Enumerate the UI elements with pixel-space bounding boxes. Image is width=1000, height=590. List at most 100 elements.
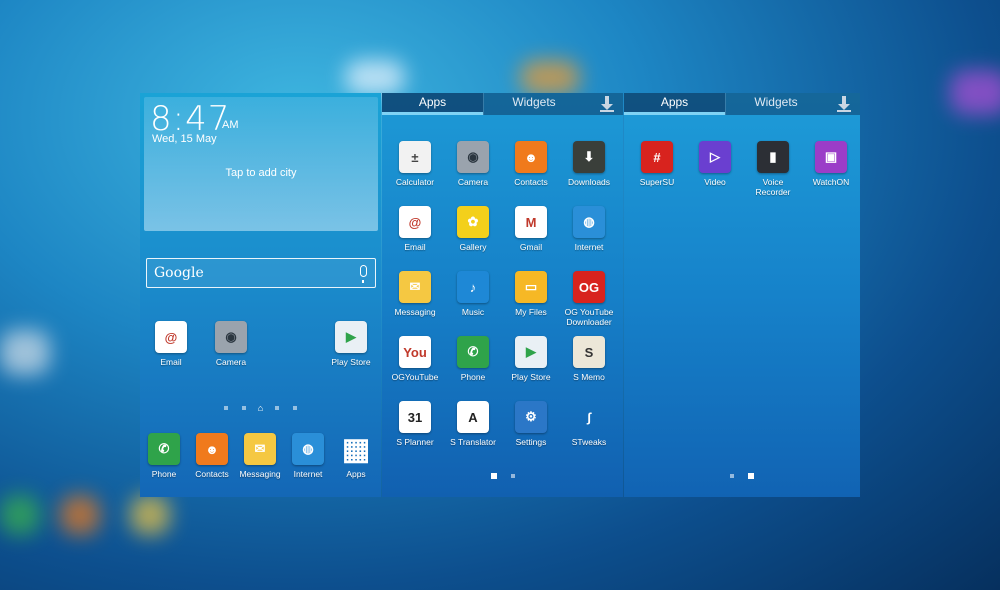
app-label: Video [704,177,726,187]
app-internet[interactable]: ◍ Internet [560,206,618,252]
play-store-icon: ▶ [335,321,367,353]
app-label: S Planner [396,437,434,447]
app-voice-recorder[interactable]: ▮ Voice Recorder [744,141,802,197]
app-camera[interactable]: ◉ Camera [202,321,260,367]
page-dot[interactable] [730,473,734,478]
email-icon: @ [399,206,431,238]
app-calculator[interactable]: ± Calculator [386,141,444,187]
home-screen: 8:47 AM Wed, 15 May Tap to add city Goog… [140,93,381,497]
home-page-indicator: ⌂ [140,399,381,417]
og-youtube-downloader-icon: OG [573,271,605,303]
page-dot[interactable] [293,405,298,410]
app-contacts[interactable]: ☻ Contacts [502,141,560,187]
download-icon[interactable] [836,96,852,112]
weather-add-city[interactable]: Tap to add city [144,167,378,179]
app-settings[interactable]: ⚙ Settings [502,401,560,447]
app-video[interactable]: ▷ Video [686,141,744,187]
app-phone[interactable]: ✆ Phone [444,336,502,382]
app-supersu[interactable]: # SuperSU [628,141,686,187]
contacts-icon: ☻ [196,433,228,465]
app-label: Music [461,307,485,317]
app-play-store[interactable]: ▶ Play Store [502,336,560,382]
app-label: S Translator [450,437,496,447]
tab-apps[interactable]: Apps [624,93,725,115]
app-apps-grid[interactable]: ▦ Apps [327,432,381,480]
settings-icon: ⚙ [515,401,547,433]
mic-icon[interactable] [360,265,367,283]
home-icon[interactable]: ⌂ [258,403,263,413]
app-label: Calculator [395,177,435,187]
watchon-icon: ▣ [815,141,847,173]
app-label: SuperSU [639,177,675,187]
apps-grid-icon: ▦ [341,432,371,466]
drawer-tabs: Apps Widgets [624,93,860,115]
music-icon: ♪ [457,271,489,303]
app-s-memo[interactable]: S S Memo [560,336,618,382]
s-memo-icon: S [573,336,605,368]
drawer-tabs: Apps Widgets [382,93,623,115]
email-icon: @ [155,321,187,353]
page-dot-active[interactable] [490,472,497,479]
app-label: Gallery [459,242,487,252]
gmail-icon: M [515,206,547,238]
app-og-youtube-downloader[interactable]: OG OG YouTube Downloader [560,271,618,327]
background-blur [950,70,1000,115]
app-stweaks[interactable]: ʃ STweaks [560,401,618,448]
drawer-page-indicator [382,467,623,485]
app-label: OGYouTube [391,372,439,382]
page-dot-active[interactable] [748,472,754,479]
app-email[interactable]: @ Email [386,206,444,252]
app-label: Settings [515,437,547,447]
app-downloads[interactable]: ⬇ Downloads [560,141,618,187]
weather-clock-widget[interactable]: 8:47 AM Wed, 15 May Tap to add city [144,97,378,231]
page-dot[interactable] [241,405,246,410]
gallery-icon: ✿ [457,206,489,238]
app-gmail[interactable]: M Gmail [502,206,560,252]
app-music[interactable]: ♪ Music [444,271,502,317]
app-label: WatchON [812,177,850,187]
internet-icon: ◍ [292,433,324,465]
background-blur [345,60,405,95]
background-blur [520,60,580,95]
app-email[interactable]: @ Email [142,321,200,367]
app-label: OG YouTube Downloader [564,307,614,327]
tab-apps[interactable]: Apps [382,93,483,115]
app-label: Camera [215,357,247,367]
supersu-icon: # [641,141,673,173]
drawer-page-indicator [624,467,860,485]
app-s-translator[interactable]: A S Translator [444,401,502,447]
page-dot[interactable] [223,405,228,410]
app-s-planner[interactable]: 31 S Planner [386,401,444,447]
app-messaging[interactable]: ✉ Messaging [386,271,444,317]
background-blur [0,495,40,535]
app-label: Downloads [567,177,611,187]
downloads-icon: ⬇ [573,141,605,173]
background-blur [130,495,170,535]
play-store-icon: ▶ [515,336,547,368]
my-files-icon: ▭ [515,271,547,303]
internet-icon: ◍ [573,206,605,238]
app-label: Internet [574,242,604,252]
download-icon[interactable] [599,96,615,112]
background-blur [60,495,100,535]
app-label: Camera [457,177,489,187]
app-drawer-page-2: Apps Widgets # SuperSU ▷ Video ▮ Voice Record… [624,93,860,497]
tab-widgets[interactable]: Widgets [725,93,826,115]
page-dot[interactable] [275,405,280,410]
stweaks-icon: ʃ [586,409,592,425]
dock: ✆ Phone ☻ Contacts ✉ Messaging ◍ Internet ▦ Apps [140,429,381,497]
app-og-youtube[interactable]: You OGYouTube [386,336,444,382]
tab-widgets[interactable]: Widgets [483,93,584,115]
app-watchon[interactable]: ▣ WatchON [802,141,860,187]
page-dot[interactable] [510,473,515,478]
app-camera[interactable]: ◉ Camera [444,141,502,187]
app-gallery[interactable]: ✿ Gallery [444,206,502,252]
clock-date: Wed, 15 May [152,133,217,145]
google-search-bar[interactable]: Google [146,258,376,288]
app-label: Email [160,357,182,367]
video-icon: ▷ [699,141,731,173]
app-label: Apps [346,469,366,479]
app-my-files[interactable]: ▭ My Files [502,271,560,317]
app-label: Messaging [394,307,436,317]
app-play-store[interactable]: ▶ Play Store [322,321,380,367]
